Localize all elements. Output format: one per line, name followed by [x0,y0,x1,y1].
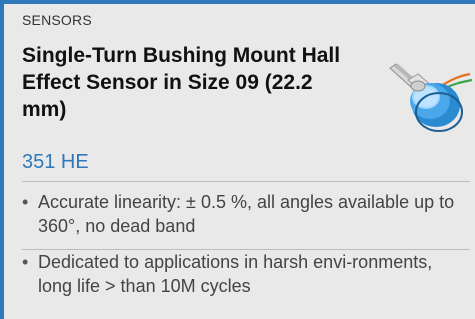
bullet-icon: • [22,192,29,212]
feature-text-1: Accurate linearity: ± 0.5 %, all angles … [38,192,455,236]
feature-item-1: • Accurate linearity: ± 0.5 %, all angle… [22,190,462,238]
product-title: Single-Turn Bushing Mount Hall Effect Se… [22,44,341,121]
feature-text-2: Dedicated to applications in harsh envi-… [38,252,433,296]
feature-divider [22,249,470,250]
section-divider [22,181,470,182]
model-number: 351 HE [22,151,89,173]
product-card: SENSORS Single-Turn Bushing Mount Hall E… [0,0,475,319]
bullet-icon: • [22,252,29,272]
feature-list: • Accurate linearity: ± 0.5 %, all angle… [22,190,462,298]
hall-effect-sensor-icon [384,56,474,144]
feature-item-2: • Dedicated to applications in harsh env… [22,250,462,298]
category-label: SENSORS [22,12,92,28]
